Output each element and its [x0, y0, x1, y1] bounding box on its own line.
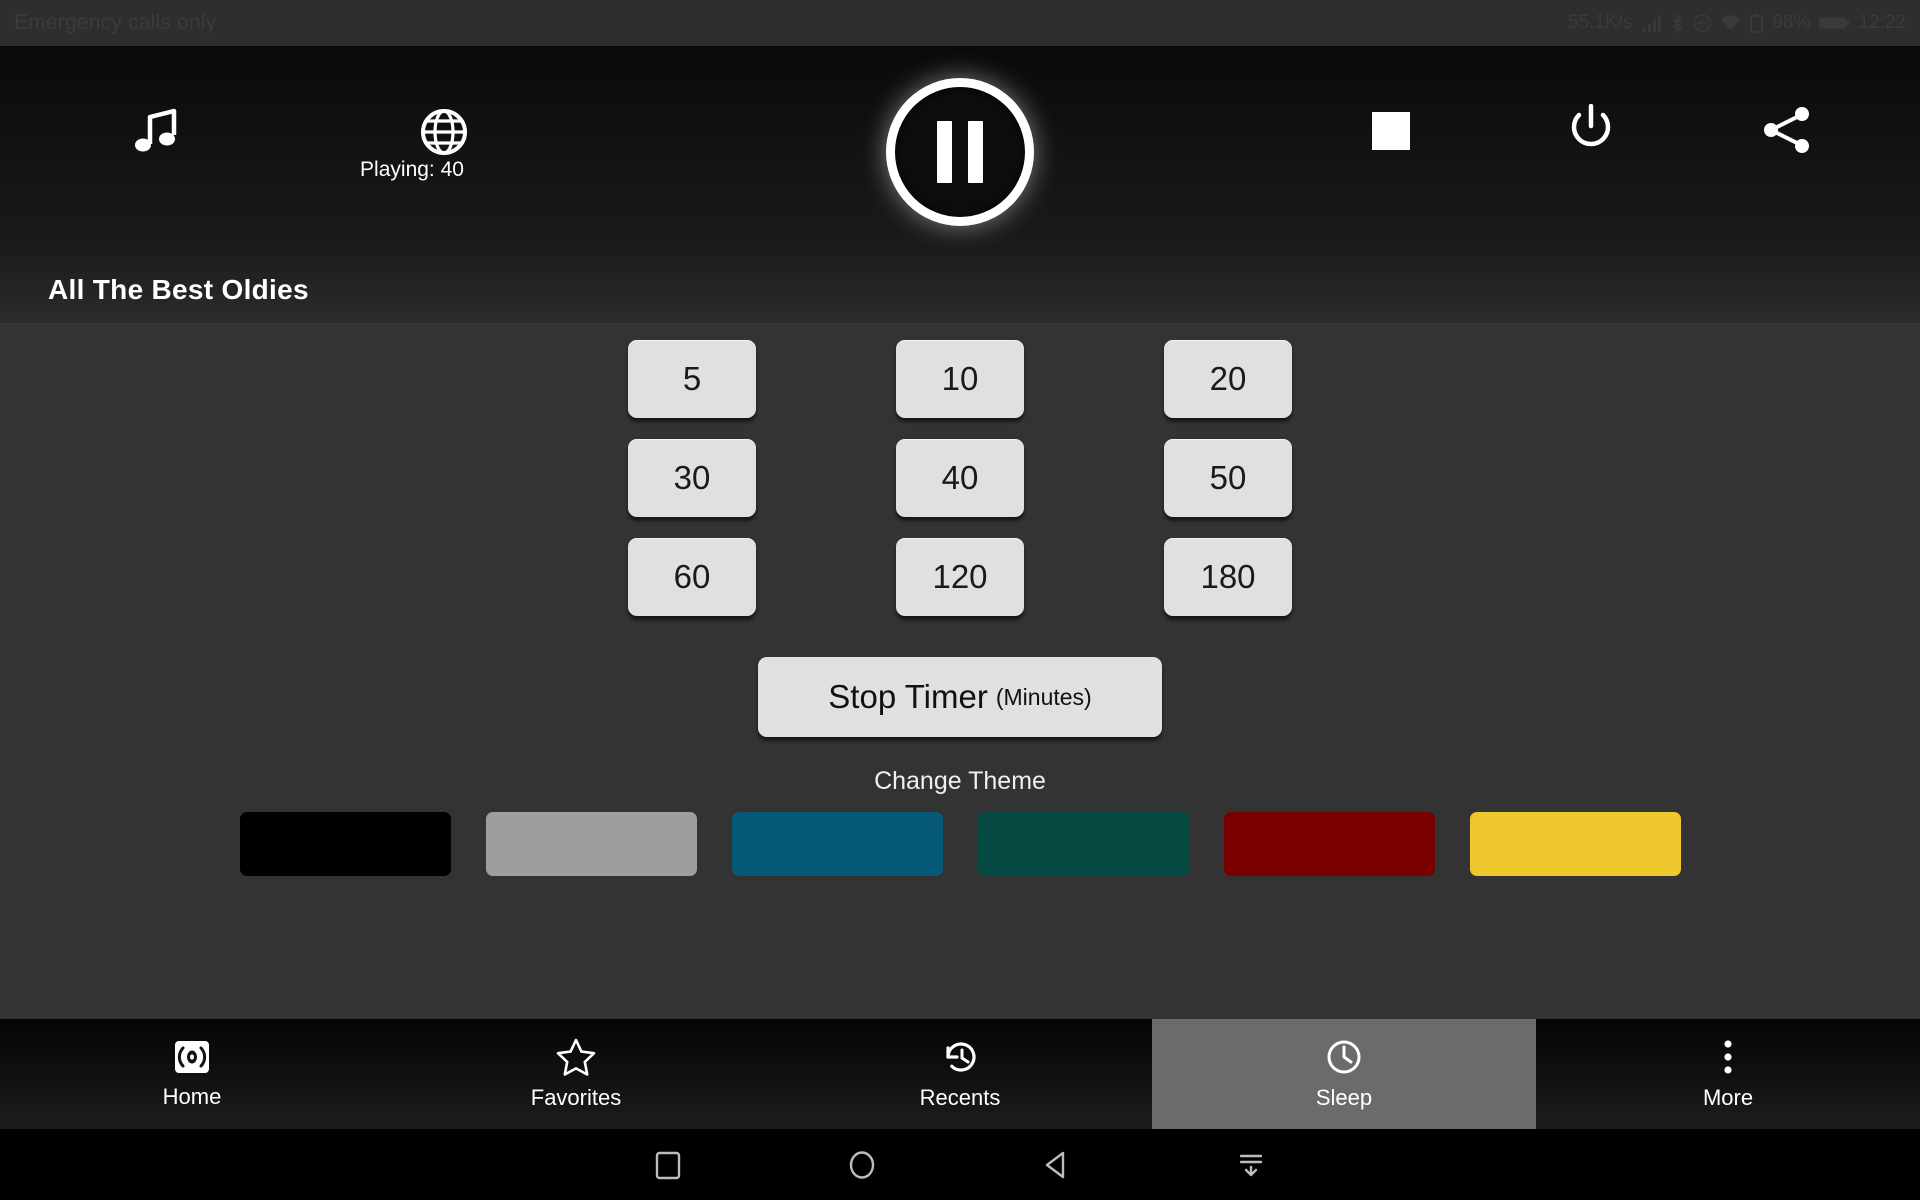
theme-swatch-teal[interactable]	[977, 812, 1189, 876]
broadcast-icon	[172, 1039, 212, 1075]
recents-square-icon[interactable]	[654, 1149, 682, 1181]
signal-icon	[1641, 14, 1662, 32]
clock-icon	[1324, 1038, 1364, 1076]
play-pause-button[interactable]	[886, 78, 1034, 226]
web-button[interactable]	[420, 108, 468, 156]
timer-button-grid: 5 10 20 30 40 50 60 120 180	[612, 340, 1308, 616]
theme-swatch-blue[interactable]	[731, 812, 943, 876]
stop-square-icon	[1372, 112, 1410, 150]
nav-item-more[interactable]: More	[1536, 1019, 1920, 1129]
stop-button[interactable]	[1372, 112, 1410, 150]
sim-icon	[1693, 14, 1712, 32]
music-button[interactable]: Playing: 40	[132, 108, 464, 181]
system-navigation-bar	[0, 1129, 1920, 1200]
power-icon	[1568, 104, 1614, 154]
home-circle-icon[interactable]	[847, 1149, 877, 1181]
timer-button-5[interactable]: 5	[628, 340, 756, 418]
nav-label-home: Home	[162, 1083, 222, 1109]
theme-swatch-red[interactable]	[1223, 812, 1435, 876]
nav-item-recents[interactable]: Recents	[768, 1019, 1152, 1129]
theme-swatch-row	[0, 812, 1920, 876]
power-button[interactable]	[1568, 104, 1614, 154]
timer-button-180[interactable]: 180	[1164, 538, 1292, 616]
hide-keyboard-icon[interactable]	[1235, 1149, 1267, 1181]
timer-button-30[interactable]: 30	[628, 439, 756, 517]
carrier-label: Emergency calls only	[14, 11, 217, 34]
back-triangle-icon[interactable]	[1042, 1149, 1070, 1181]
pause-icon-bar-left	[937, 121, 952, 183]
playing-status-label: Playing: 40	[360, 158, 464, 181]
pause-icon-bar-right	[968, 121, 983, 183]
change-theme-label: Change Theme	[874, 767, 1046, 795]
status-bar: Emergency calls only 55.1K/s 98% 12:22	[0, 0, 1920, 46]
bottom-navigation: Home Favorites Recents Sleep More	[0, 1019, 1920, 1129]
theme-swatch-gray[interactable]	[485, 812, 697, 876]
timer-button-60[interactable]: 60	[628, 538, 756, 616]
timer-button-10[interactable]: 10	[896, 340, 1024, 418]
page-title: All The Best Oldies	[48, 273, 309, 305]
nav-label-recents: Recents	[919, 1084, 1001, 1110]
wifi-icon	[1720, 14, 1741, 32]
stop-timer-button[interactable]: Stop Timer (Minutes)	[758, 657, 1162, 737]
nav-label-sleep: Sleep	[1315, 1084, 1373, 1110]
nav-item-sleep[interactable]: Sleep	[1152, 1019, 1536, 1129]
globe-icon	[420, 108, 468, 156]
nav-item-favorites[interactable]: Favorites	[384, 1019, 768, 1129]
stop-timer-label: Stop Timer	[828, 678, 988, 715]
timer-button-50[interactable]: 50	[1164, 439, 1292, 517]
timer-button-120[interactable]: 120	[896, 538, 1024, 616]
stop-timer-suffix: (Minutes)	[995, 683, 1092, 710]
music-note-icon	[132, 108, 180, 158]
nav-label-more: More	[1702, 1084, 1754, 1110]
history-icon	[940, 1038, 980, 1076]
battery-bar-icon	[1819, 16, 1850, 30]
timer-button-20[interactable]: 20	[1164, 340, 1292, 418]
sleep-timer-panel: 5 10 20 30 40 50 60 120 180 Stop Timer (…	[0, 324, 1920, 1019]
theme-swatch-black[interactable]	[239, 812, 451, 876]
battery-percent-label: 98%	[1772, 12, 1811, 33]
battery-icon	[1750, 13, 1764, 33]
network-speed-label: 55.1K/s	[1567, 12, 1633, 33]
station-title-bar: All The Best Oldies	[0, 256, 1920, 324]
app-root: Emergency calls only 55.1K/s 98% 12:22 P…	[0, 0, 1920, 1200]
bluetooth-icon	[1670, 13, 1684, 33]
share-button[interactable]	[1762, 106, 1812, 154]
status-indicators: 55.1K/s 98% 12:22	[1568, 12, 1906, 34]
nav-item-home[interactable]: Home	[0, 1019, 384, 1129]
clock-label: 12:22	[1858, 12, 1906, 33]
share-icon	[1762, 106, 1812, 154]
playing-status-wrap: Playing: 40	[302, 88, 522, 182]
timer-button-40[interactable]: 40	[896, 439, 1024, 517]
more-vertical-icon	[1722, 1038, 1734, 1076]
nav-label-favorites: Favorites	[530, 1084, 622, 1110]
theme-swatch-yellow[interactable]	[1469, 812, 1681, 876]
star-icon	[556, 1038, 596, 1076]
player-control-bar: Playing: 40	[0, 46, 1920, 256]
